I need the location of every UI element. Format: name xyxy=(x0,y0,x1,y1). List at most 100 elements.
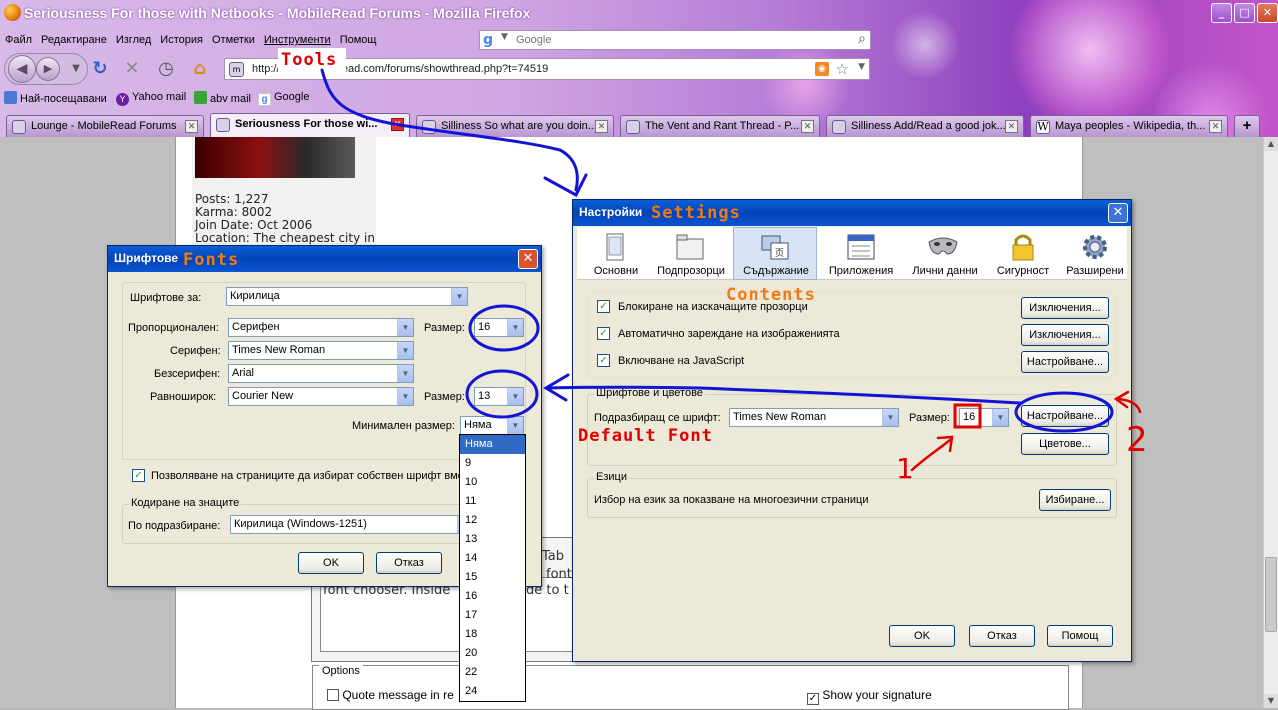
choose-languages-button[interactable]: Избиране... xyxy=(1039,489,1111,511)
js-advanced-button[interactable]: Настройване... xyxy=(1021,351,1109,373)
quote-checkbox[interactable] xyxy=(327,689,339,701)
settings-close-button[interactable]: ✕ xyxy=(1108,203,1128,223)
close-window-button[interactable]: ✕ xyxy=(1257,3,1278,23)
min-size-option[interactable]: 10 xyxy=(460,473,525,492)
default-size-select[interactable]: 16 ▼ xyxy=(959,408,1009,427)
menu-file[interactable]: Файл xyxy=(5,30,32,50)
min-size-select[interactable]: Няма ▼ xyxy=(460,416,524,435)
chevron-down-icon[interactable]: ▼ xyxy=(882,409,898,426)
monospace-select[interactable]: Courier New ▼ xyxy=(228,387,414,406)
min-size-option[interactable]: 22 xyxy=(460,663,525,682)
min-size-option[interactable]: 18 xyxy=(460,625,525,644)
bookmark-abv-mail[interactable]: abv mail xyxy=(194,91,251,105)
search-box[interactable]: g ▼ ⌕ xyxy=(479,30,871,50)
colors-button[interactable]: Цветове... xyxy=(1021,433,1109,455)
scroll-down-icon[interactable]: ▼ xyxy=(1264,694,1278,708)
min-size-option[interactable]: 15 xyxy=(460,568,525,587)
scroll-up-icon[interactable]: ▲ xyxy=(1264,137,1278,151)
proportional-select[interactable]: Серифен ▼ xyxy=(228,318,414,337)
menu-bookmarks[interactable]: Отметки xyxy=(212,30,255,50)
tab-security[interactable]: Сигурност xyxy=(989,265,1057,277)
default-font-select[interactable]: Times New Roman ▼ xyxy=(729,408,899,427)
menu-help[interactable]: Помощ xyxy=(340,30,377,50)
serif-select[interactable]: Times New Roman ▼ xyxy=(228,341,414,360)
chevron-down-icon[interactable]: ▼ xyxy=(992,409,1008,426)
allow-page-fonts-checkbox[interactable]: ✓ xyxy=(132,469,145,482)
show-signature-option[interactable]: ✓ Show your signature xyxy=(807,688,932,705)
security-lock-icon[interactable] xyxy=(1007,232,1039,262)
tab-vent-rant[interactable]: The Vent and Rant Thread - P... ✕ xyxy=(620,115,820,137)
tab-lounge[interactable]: Lounge - MobileRead Forums ✕ xyxy=(6,115,204,137)
search-input[interactable] xyxy=(514,32,824,48)
history-dropdown-icon[interactable]: ▼ xyxy=(64,57,88,81)
settings-cancel-button[interactable]: Отказ xyxy=(969,625,1035,647)
tab-seriousness[interactable]: Seriousness For those wi... ✕ xyxy=(210,113,410,137)
sans-serif-select[interactable]: Arial ▼ xyxy=(228,364,414,383)
page-scrollbar[interactable]: ▲ ▼ xyxy=(1263,137,1278,708)
forward-arrow-icon[interactable]: ▶ xyxy=(36,57,60,81)
proportional-size-select[interactable]: 16 ▼ xyxy=(474,318,524,337)
tab-close-icon[interactable]: ✕ xyxy=(1005,120,1018,133)
main-pane-icon[interactable] xyxy=(599,232,631,262)
minimize-button[interactable]: _ xyxy=(1211,3,1232,23)
chevron-down-icon[interactable]: ▼ xyxy=(397,319,413,336)
bookmark-yahoo-mail[interactable]: Y Yahoo mail xyxy=(116,91,186,106)
applications-pane-icon[interactable] xyxy=(845,232,877,262)
tab-maya-wikipedia[interactable]: W Maya peoples - Wikipedia, th... ✕ xyxy=(1030,115,1228,137)
home-icon[interactable]: ⌂ xyxy=(188,57,212,81)
fonts-advanced-button[interactable]: Настройване... xyxy=(1021,405,1109,427)
min-size-option[interactable]: 17 xyxy=(460,606,525,625)
min-size-option[interactable]: 13 xyxy=(460,530,525,549)
min-size-option[interactable]: 24 xyxy=(460,682,525,701)
min-size-option[interactable]: 14 xyxy=(460,549,525,568)
privacy-mask-icon[interactable] xyxy=(927,232,959,262)
monospace-size-select[interactable]: 13 ▼ xyxy=(474,387,524,406)
tab-tabs[interactable]: Подпрозорци xyxy=(651,265,731,277)
rss-feed-icon[interactable]: ◉ xyxy=(815,62,829,76)
tab-content[interactable]: Съдържание xyxy=(739,265,813,277)
chevron-down-icon[interactable]: ▼ xyxy=(451,288,467,305)
quote-message-option[interactable]: Quote message in re xyxy=(327,688,454,702)
new-tab-button[interactable]: + xyxy=(1234,115,1260,137)
chevron-down-icon[interactable]: ▼ xyxy=(397,342,413,359)
scrollbar-thumb[interactable] xyxy=(1265,557,1277,632)
settings-ok-button[interactable]: OK xyxy=(889,625,955,647)
search-icon[interactable]: ⌕ xyxy=(858,31,866,47)
min-size-option[interactable]: 16 xyxy=(460,587,525,606)
fonts-close-button[interactable]: ✕ xyxy=(518,249,538,269)
url-dropdown-icon[interactable]: ▼ xyxy=(858,62,865,72)
fonts-cancel-button[interactable]: Отказ xyxy=(376,552,442,574)
tab-close-icon[interactable]: ✕ xyxy=(185,120,198,133)
back-arrow-icon[interactable]: ◀ xyxy=(8,55,36,83)
min-size-option[interactable]: 9 xyxy=(460,454,525,473)
min-size-option[interactable]: 20 xyxy=(460,644,525,663)
tab-main[interactable]: Основни xyxy=(591,265,641,277)
content-pane-icon[interactable]: 页 xyxy=(759,232,791,262)
enable-js-checkbox[interactable]: ✓ xyxy=(597,354,610,367)
fonts-ok-button[interactable]: OK xyxy=(298,552,364,574)
image-exceptions-button[interactable]: Изключения... xyxy=(1021,324,1109,346)
tab-close-icon[interactable]: ✕ xyxy=(391,118,404,131)
google-icon[interactable]: g xyxy=(483,32,499,48)
bookmark-most-visited[interactable]: Най-посещавани xyxy=(4,91,107,105)
chevron-down-icon[interactable]: ▼ xyxy=(507,417,523,434)
stop-icon[interactable]: ✕ xyxy=(120,57,144,81)
fonts-for-select[interactable]: Кирилица ▼ xyxy=(226,287,468,306)
menu-edit[interactable]: Редактиране xyxy=(41,30,107,50)
tab-close-icon[interactable]: ✕ xyxy=(595,120,608,133)
menu-view[interactable]: Изглед xyxy=(116,30,151,50)
tab-close-icon[interactable]: ✕ xyxy=(801,120,814,133)
maximize-button[interactable]: □ xyxy=(1234,3,1255,23)
tab-privacy[interactable]: Лични данни xyxy=(907,265,983,277)
advanced-gear-icon[interactable] xyxy=(1079,232,1111,262)
engine-dropdown-icon[interactable]: ▼ xyxy=(501,32,508,42)
bookmark-star-icon[interactable]: ☆ xyxy=(836,60,849,78)
chevron-down-icon[interactable]: ▼ xyxy=(507,388,523,405)
reload-icon[interactable]: ↻ xyxy=(88,57,112,81)
chevron-down-icon[interactable]: ▼ xyxy=(507,319,523,336)
tab-silliness-doing[interactable]: Silliness So what are you doin... ✕ xyxy=(416,115,614,137)
tab-advanced[interactable]: Разширени xyxy=(1061,265,1129,277)
menu-history[interactable]: История xyxy=(160,30,203,50)
signature-checkbox[interactable]: ✓ xyxy=(807,693,819,705)
settings-help-button[interactable]: Помощ xyxy=(1047,625,1113,647)
